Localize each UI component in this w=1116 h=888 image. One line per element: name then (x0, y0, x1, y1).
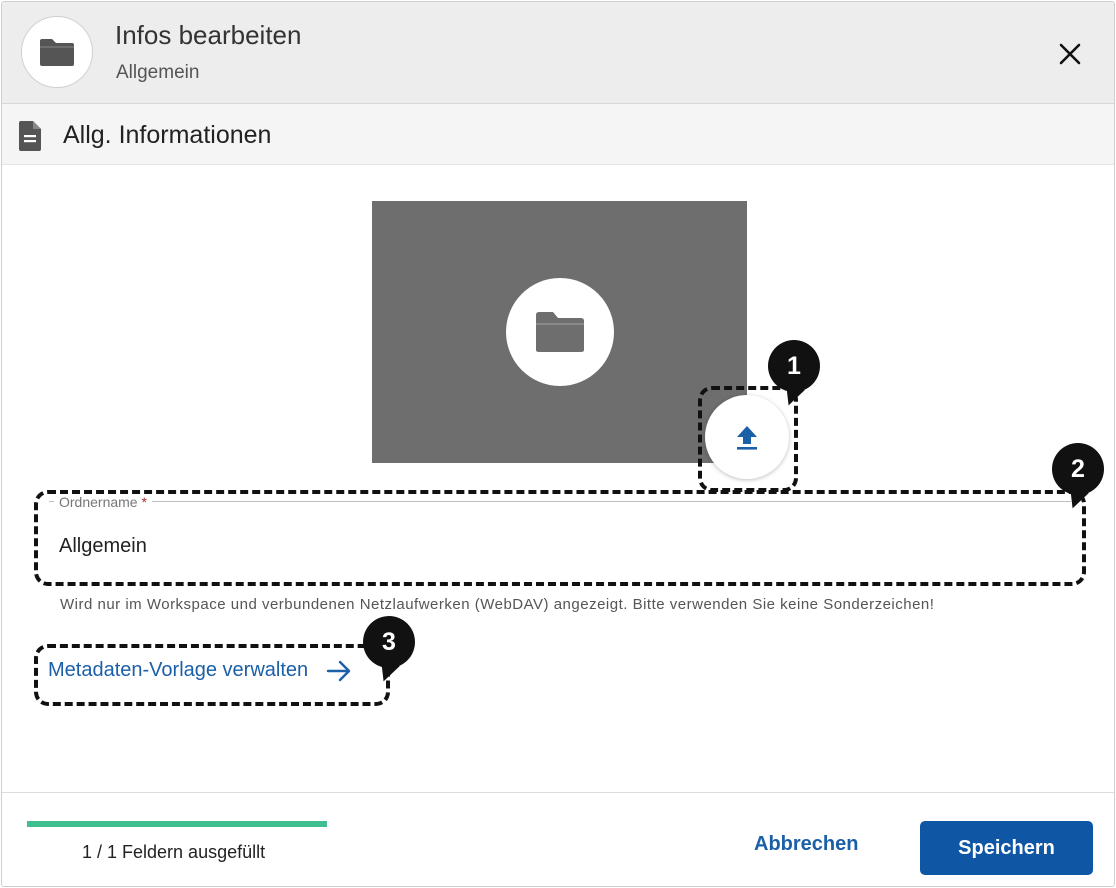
document-icon (19, 121, 41, 151)
dialog-footer: 1 / 1 Feldern ausgefüllt Abbrechen Speic… (2, 792, 1114, 886)
edit-info-dialog: Infos bearbeiten Allgemein Allg. Informa… (1, 1, 1115, 887)
section-header: Allg. Informationen (2, 104, 1114, 165)
progress-bar (27, 821, 327, 827)
annotation-box-2 (34, 490, 1086, 586)
annotation-callout-2: 2 (1052, 443, 1104, 495)
folder-icon (536, 312, 584, 352)
close-button[interactable] (1052, 36, 1088, 72)
folder-icon (40, 39, 74, 66)
annotation-callout-1: 1 (768, 340, 820, 392)
dialog-title: Infos bearbeiten (115, 20, 302, 50)
dialog-header: Infos bearbeiten Allgemein (2, 2, 1114, 104)
folder-name-hint: Wird nur im Workspace und verbundenen Ne… (60, 596, 935, 613)
progress-fill (27, 821, 327, 827)
annotation-box-3 (34, 644, 390, 706)
close-icon (1059, 43, 1081, 65)
section-title: Allg. Informationen (63, 121, 272, 149)
save-button[interactable]: Speichern (920, 821, 1093, 875)
cancel-button[interactable]: Abbrechen (754, 833, 858, 856)
annotation-callout-3: 3 (363, 616, 415, 668)
folder-thumbnail (372, 201, 747, 463)
dialog-subtitle: Allgemein (116, 62, 200, 83)
progress-text: 1 / 1 Feldern ausgefüllt (82, 842, 266, 862)
header-avatar (21, 16, 93, 88)
thumbnail-circle (506, 278, 614, 386)
